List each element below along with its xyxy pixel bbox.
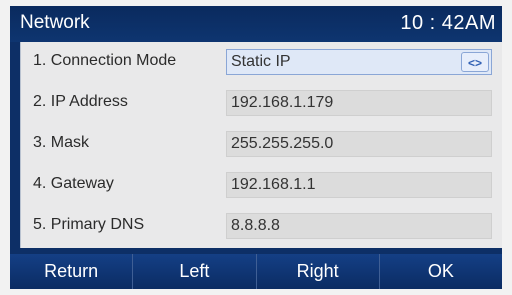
setting-row-mask[interactable]: 3. Mask 255.255.255.0 [21,124,502,164]
setting-row-gateway[interactable]: 4. Gateway 192.168.1.1 [21,165,502,205]
settings-panel: 1. Connection Mode Static IP <> 2. IP Ad… [20,42,502,248]
setting-label: 2. IP Address [33,93,128,110]
setting-value: Static IP [231,53,291,70]
title-bar: Network 10 : 42AM [10,6,502,42]
clock: 10 : 42AM [400,12,496,34]
setting-label: 3. Mask [33,134,90,151]
setting-row-connection-mode[interactable]: 1. Connection Mode Static IP <> [21,42,502,82]
setting-label: 1. Connection Mode [33,52,177,69]
primary-dns-field[interactable]: 8.8.8.8 [226,213,492,239]
setting-row-primary-dns[interactable]: 5. Primary DNS 8.8.8.8 [21,206,502,246]
setting-label: 4. Gateway [33,175,114,192]
setting-value: 8.8.8.8 [231,217,280,234]
ip-address-field[interactable]: 192.168.1.179 [226,90,492,116]
right-softkey[interactable]: Right [256,254,380,289]
setting-label: 5. Primary DNS [33,216,145,233]
setting-row-ip-address[interactable]: 2. IP Address 192.168.1.179 [21,83,502,123]
phone-screen: Network 10 : 42AM 1. Connection Mode Sta… [10,6,502,289]
return-softkey[interactable]: Return [10,254,134,289]
ok-softkey[interactable]: OK [379,254,502,289]
mask-field[interactable]: 255.255.255.0 [226,131,492,157]
left-right-arrows-icon[interactable]: <> [461,52,489,72]
page-title: Network [20,12,90,33]
setting-value: 192.168.1.1 [231,176,316,193]
left-softkey[interactable]: Left [133,254,257,289]
softkey-bar: Return Left Right OK [10,254,502,289]
setting-value: 255.255.255.0 [231,135,334,152]
gateway-field[interactable]: 192.168.1.1 [226,172,492,198]
setting-value: 192.168.1.179 [231,94,334,111]
connection-mode-select[interactable]: Static IP <> [226,49,492,75]
